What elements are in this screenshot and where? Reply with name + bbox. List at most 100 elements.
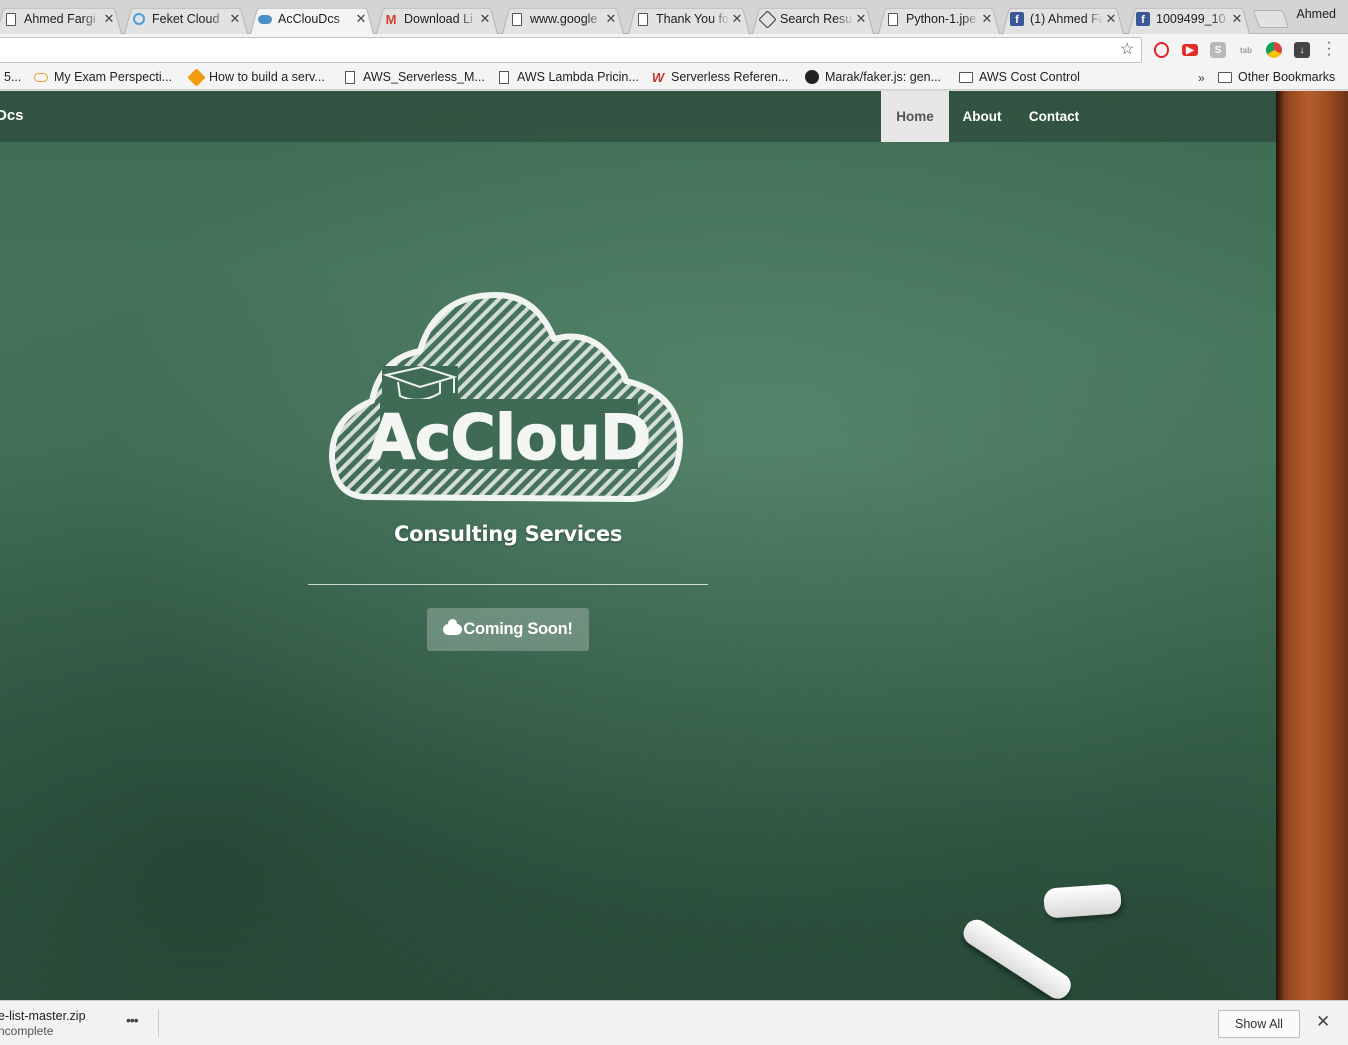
profile-name[interactable]: Ahmed [1296,7,1336,21]
tab-active[interactable]: AcClouDcs ✕ [250,4,374,35]
tab-title: 1009499_10 [1156,12,1226,26]
address-bar[interactable] [0,37,1142,63]
star-icon[interactable]: ☆ [1120,39,1134,59]
tab-strip: Ahmed Fargi ✕ Feket Cloud ✕ AcClouDcs ✕ … [0,0,1348,35]
acclouD-logo: AcClouD [329,292,683,502]
close-icon[interactable]: ✕ [1316,1012,1330,1032]
doc-icon [510,12,524,26]
tab[interactable]: f 1009499_10 ✕ [1128,4,1250,35]
tab-title: Thank You fo [656,12,729,26]
logo-text: AcClouD [368,401,651,474]
tagline: Consulting Services [393,522,623,546]
bookmark-label: AWS Cost Control [979,70,1080,84]
toolbar: ☆ ▶ S tab ↓ · · · [0,34,1348,66]
s-extension-icon[interactable]: S [1210,42,1226,58]
youtube-icon[interactable]: ▶ [1182,44,1198,56]
nav-home[interactable]: Home [881,91,949,142]
tab-extension-icon[interactable]: tab [1238,42,1254,58]
tab[interactable]: www.google ✕ [502,4,624,35]
download-more-button[interactable]: ••• [126,1012,139,1028]
bookmark-label: How to build a serv... [209,70,325,84]
tab[interactable]: Feket Cloud ✕ [124,4,248,35]
tab-title: Feket Cloud [152,12,220,26]
close-icon[interactable]: ✕ [102,11,116,27]
tab[interactable]: M Download Li ✕ [376,4,498,35]
close-icon[interactable]: ✕ [604,11,618,27]
github-icon [805,70,819,84]
gmail-icon: M [385,11,397,27]
facebook-icon: f [1136,12,1150,26]
tab[interactable]: Python-1.jpe ✕ [878,4,1000,35]
close-icon[interactable]: ✕ [478,11,492,27]
cloud-icon [258,12,272,26]
tab-title: Download Li [404,12,473,26]
tab-title: Search Resu [780,12,853,26]
bookmark[interactable]: My Exam Perspecti... [34,70,172,84]
download-file-name[interactable]: e-list-master.zip [0,1009,86,1023]
serverless-icon: W [651,69,665,85]
close-icon[interactable]: ✕ [980,11,994,27]
doc-icon [4,12,18,26]
page-viewport: Dcs Home About Contact AcClouD Consultin… [0,91,1348,1000]
close-icon[interactable]: ✕ [354,11,368,27]
bookmarks-bar: 5... My Exam Perspecti... How to build a… [0,66,1348,90]
chrome-icon[interactable] [1266,42,1282,58]
bookmark[interactable]: How to build a serv... [186,67,325,87]
close-icon[interactable]: ✕ [228,11,242,27]
bookmark[interactable]: AWS Lambda Pricin... [497,70,639,84]
download-shelf: e-list-master.zip ncomplete ••• Show All… [0,1000,1348,1045]
tab[interactable]: Ahmed Fargi ✕ [0,4,122,35]
tab-title: www.google [530,12,598,26]
coming-soon-button[interactable]: Coming Soon! [427,608,589,651]
bookmark-label: AWS_Serverless_M... [363,70,485,84]
facebook-icon: f [1010,12,1024,26]
other-bookmarks[interactable]: Other Bookmarks [1218,70,1335,84]
cloud-icon [34,70,48,84]
bookmark[interactable]: 5... [4,70,21,84]
chalk-stick [1043,883,1122,919]
site-navbar: Dcs Home About Contact [0,91,1276,142]
search-icon [757,9,777,29]
doc-icon [886,12,900,26]
new-tab-button[interactable] [1252,10,1290,28]
divider [308,584,708,585]
site-brand[interactable]: Dcs [0,107,24,124]
menu-icon[interactable]: · · · [1323,35,1335,63]
tab-title: Python-1.jpe [906,12,977,26]
close-icon[interactable]: ✕ [730,11,744,27]
opera-icon[interactable] [1154,42,1169,58]
bookmark-label: My Exam Perspecti... [54,70,173,84]
tab-title: Ahmed Fargi [24,12,96,26]
nav-contact[interactable]: Contact [1015,91,1093,142]
bookmarks-overflow-button[interactable]: » [1198,71,1205,85]
download-extension-icon[interactable]: ↓ [1294,42,1310,58]
bookmark[interactable]: AWS_Serverless_M... [343,70,485,84]
feket-icon [132,12,146,26]
bookmark[interactable]: AWS Cost Control [959,70,1080,84]
doc-icon [497,70,511,84]
tab[interactable]: Search Resu ✕ [752,4,874,35]
bookmark-label: AWS Lambda Pricin... [517,70,639,84]
tab-title: (1) Ahmed Fa [1030,12,1104,26]
divider [158,1009,159,1037]
nav-about[interactable]: About [949,91,1015,142]
show-all-button[interactable]: Show All [1218,1010,1300,1038]
close-icon[interactable]: ✕ [1104,11,1118,27]
download-status: ncomplete [0,1024,54,1038]
close-icon[interactable]: ✕ [854,11,868,27]
bookmark-label: Marak/faker.js: gen... [825,70,942,84]
tab[interactable]: Thank You fo ✕ [628,4,750,35]
folder-icon [959,70,973,84]
chalk-stick [958,915,1076,1000]
folder-icon [1218,70,1232,84]
close-icon[interactable]: ✕ [1230,11,1244,27]
bookmark[interactable]: Marak/faker.js: gen... [805,70,941,84]
bookmark[interactable]: W Serverless Referen... [651,69,789,85]
tab[interactable]: f (1) Ahmed Fa ✕ [1002,4,1124,35]
other-bookmarks-label: Other Bookmarks [1238,70,1336,84]
bookmark-label: 5... [4,70,22,84]
doc-icon [636,12,650,26]
coming-soon-label: Coming Soon! [463,620,573,638]
cloud-icon [443,619,463,635]
wood-frame [1276,91,1348,1000]
